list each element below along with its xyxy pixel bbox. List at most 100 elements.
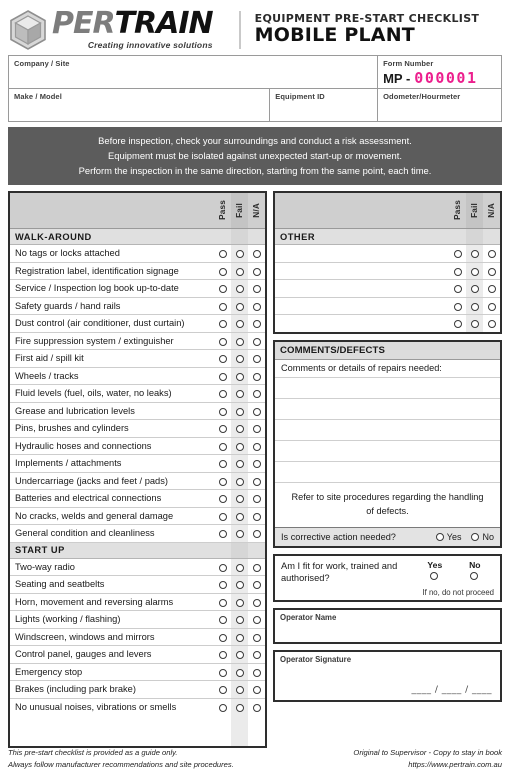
radio-icon[interactable]	[470, 285, 479, 293]
radio-icon[interactable]	[252, 337, 261, 346]
radio-icon[interactable]	[235, 616, 244, 624]
checklist-fail-cell[interactable]	[231, 698, 248, 716]
radio-icon[interactable]	[235, 372, 244, 381]
checklist-fail-cell[interactable]	[231, 610, 248, 629]
make-model-cell[interactable]: Make / Model	[7, 88, 271, 122]
radio-icon[interactable]	[252, 407, 261, 416]
radio-icon[interactable]	[235, 686, 244, 694]
radio-icon[interactable]	[487, 250, 496, 258]
radio-icon[interactable]	[252, 267, 261, 276]
other-na-cell[interactable]	[483, 297, 500, 316]
radio-icon[interactable]	[218, 442, 227, 451]
other-fail-cell[interactable]	[466, 244, 483, 263]
radio-icon[interactable]	[235, 355, 244, 363]
radio-icon[interactable]	[252, 320, 261, 328]
radio-icon[interactable]	[453, 267, 462, 276]
checklist-pass-cell[interactable]	[214, 349, 231, 368]
operator-signature-box[interactable]: Operator Signature ____ / ____ / ____	[273, 649, 502, 702]
radio-icon[interactable]	[235, 390, 244, 398]
checklist-na-cell[interactable]	[248, 575, 265, 594]
radio-icon[interactable]	[235, 425, 244, 433]
checklist-pass-cell[interactable]	[214, 367, 231, 386]
checklist-pass-cell[interactable]	[214, 489, 231, 508]
radio-icon[interactable]	[235, 598, 244, 607]
checklist-na-cell[interactable]	[248, 244, 265, 263]
radio-icon[interactable]	[453, 320, 462, 329]
radio-icon[interactable]	[252, 512, 261, 521]
checklist-fail-cell[interactable]	[231, 332, 248, 351]
radio-icon[interactable]	[235, 530, 244, 538]
radio-icon[interactable]	[252, 355, 261, 363]
radio-icon[interactable]	[218, 686, 227, 694]
radio-icon[interactable]	[252, 686, 261, 694]
checklist-pass-cell[interactable]	[214, 419, 231, 438]
other-na-cell[interactable]	[483, 279, 500, 298]
radio-icon[interactable]	[218, 598, 227, 607]
fitness-no-radio[interactable]	[470, 571, 478, 580]
other-pass-cell[interactable]	[449, 244, 466, 263]
checklist-fail-cell[interactable]	[231, 645, 248, 664]
checklist-pass-cell[interactable]	[214, 314, 231, 333]
radio-icon[interactable]	[252, 581, 261, 589]
checklist-pass-cell[interactable]	[214, 524, 231, 543]
comment-line[interactable]	[275, 378, 500, 400]
signature-date-line[interactable]: ____ / ____ / ____	[411, 685, 492, 695]
radio-icon[interactable]	[218, 703, 227, 712]
radio-icon[interactable]	[218, 530, 227, 538]
radio-icon[interactable]	[252, 668, 261, 677]
checklist-na-cell[interactable]	[248, 489, 265, 508]
radio-icon[interactable]	[453, 250, 462, 258]
checklist-na-cell[interactable]	[248, 332, 265, 351]
radio-icon[interactable]	[218, 302, 227, 311]
other-na-cell[interactable]	[483, 262, 500, 281]
radio-icon[interactable]	[235, 668, 244, 677]
radio-icon[interactable]	[235, 267, 244, 276]
fitness-yes-radio[interactable]	[430, 571, 438, 580]
other-pass-cell[interactable]	[449, 315, 466, 333]
radio-icon[interactable]	[218, 581, 227, 589]
other-pass-cell[interactable]	[449, 262, 466, 281]
radio-icon[interactable]	[252, 616, 261, 624]
radio-icon[interactable]	[487, 285, 496, 293]
checklist-na-cell[interactable]	[248, 680, 265, 699]
radio-icon[interactable]	[453, 285, 462, 293]
checklist-fail-cell[interactable]	[231, 279, 248, 298]
comment-line[interactable]	[275, 441, 500, 463]
checklist-fail-cell[interactable]	[231, 454, 248, 473]
checklist-pass-cell[interactable]	[214, 384, 231, 403]
radio-icon[interactable]	[470, 250, 479, 258]
checklist-fail-cell[interactable]	[231, 628, 248, 647]
radio-icon[interactable]	[218, 250, 227, 258]
radio-icon[interactable]	[471, 532, 480, 541]
radio-icon[interactable]	[252, 633, 261, 642]
checklist-fail-cell[interactable]	[231, 680, 248, 699]
checklist-na-cell[interactable]	[248, 402, 265, 421]
radio-icon[interactable]	[470, 267, 479, 276]
checklist-na-cell[interactable]	[248, 698, 265, 716]
radio-icon[interactable]	[218, 563, 227, 572]
checklist-na-cell[interactable]	[248, 610, 265, 629]
radio-icon[interactable]	[218, 668, 227, 677]
radio-icon[interactable]	[235, 633, 244, 642]
comments-prompt[interactable]: Comments or details of repairs needed:	[275, 360, 500, 379]
checklist-pass-cell[interactable]	[214, 279, 231, 298]
checklist-pass-cell[interactable]	[214, 645, 231, 664]
other-item-label[interactable]	[275, 244, 449, 263]
radio-icon[interactable]	[252, 598, 261, 607]
other-fail-cell[interactable]	[466, 262, 483, 281]
radio-icon[interactable]	[235, 512, 244, 521]
checklist-pass-cell[interactable]	[214, 698, 231, 716]
checklist-na-cell[interactable]	[248, 314, 265, 333]
other-na-cell[interactable]	[483, 244, 500, 263]
radio-icon[interactable]	[252, 563, 261, 572]
checklist-fail-cell[interactable]	[231, 472, 248, 491]
checklist-na-cell[interactable]	[248, 628, 265, 647]
corrective-action-yes[interactable]: Yes	[435, 532, 461, 542]
other-item-label[interactable]	[275, 297, 449, 316]
checklist-pass-cell[interactable]	[214, 454, 231, 473]
operator-name-box[interactable]: Operator Name	[273, 607, 502, 644]
checklist-fail-cell[interactable]	[231, 507, 248, 526]
radio-icon[interactable]	[252, 495, 261, 503]
other-item-label[interactable]	[275, 315, 449, 333]
checklist-na-cell[interactable]	[248, 454, 265, 473]
